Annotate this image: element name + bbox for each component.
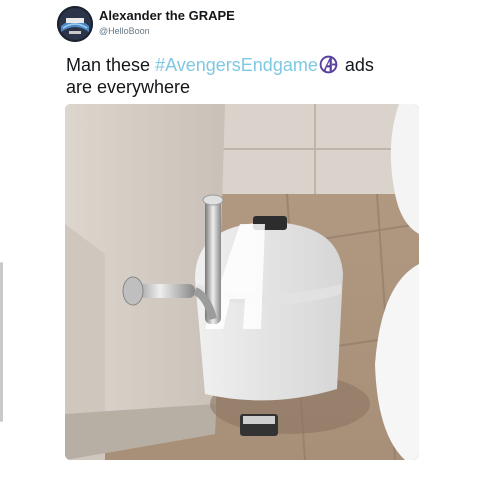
photo-icon — [65, 104, 419, 460]
avatar-image — [57, 6, 93, 42]
tweet-text-prefix: Man these — [66, 55, 156, 75]
avengers-logo-icon — [319, 55, 338, 74]
tweet-text: Man these #AvengersEndgame ads are every… — [66, 54, 426, 98]
avatar[interactable] — [57, 6, 93, 42]
tweet-card: Alexander the GRAPE @HelloBoon Man these… — [0, 0, 479, 480]
hashtag-link[interactable]: #AvengersEndgame — [155, 55, 318, 75]
user-handle[interactable]: @HelloBoon — [99, 26, 150, 36]
display-name[interactable]: Alexander the GRAPE — [99, 8, 235, 23]
tweet-text-suffix: ads — [339, 55, 374, 75]
tweet-photo[interactable] — [65, 104, 419, 460]
tweet-text-line2: are everywhere — [66, 77, 191, 97]
